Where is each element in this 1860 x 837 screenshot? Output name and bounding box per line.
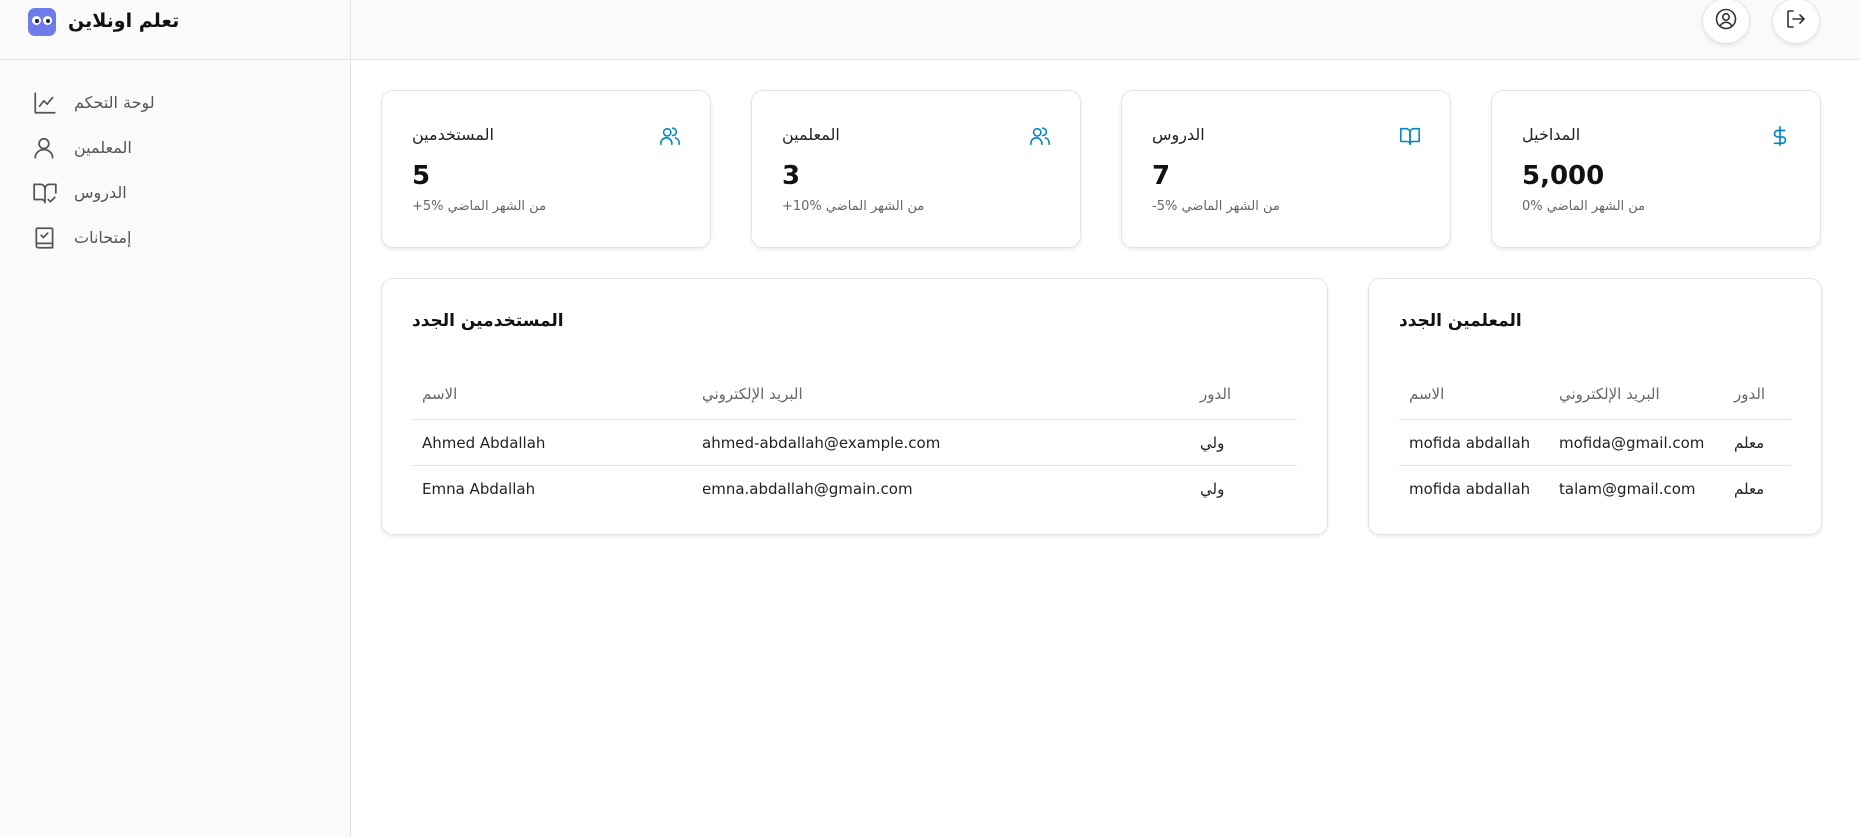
panel-title: المعلمين الجدد	[1399, 311, 1522, 331]
column-header-name: الاسم	[1409, 385, 1445, 403]
cell-role: ولي	[1200, 480, 1225, 498]
table-header: الاسم البريد الإلكتروني الدور	[412, 374, 1297, 420]
cell-name: Emna Abdallah	[422, 480, 536, 498]
sidebar-item-label: إمتحانات	[74, 228, 132, 247]
logout-icon	[1784, 7, 1808, 35]
users-icon	[659, 125, 681, 147]
new-teachers-panel: المعلمين الجدد الاسم البريد الإلكتروني ا…	[1368, 278, 1822, 535]
table-row[interactable]: Ahmed Abdallah ahmed-abdallah@example.co…	[412, 420, 1297, 466]
sidebar: تعلم اونلاين لوحة التحكم المعلمين الدروس…	[0, 0, 351, 837]
sidebar-item-dashboard[interactable]: لوحة التحكم	[0, 80, 350, 125]
stat-card-lessons: الدروس 7 -5% من الشهر الماضي	[1121, 90, 1451, 248]
user-circle-icon	[1714, 7, 1738, 35]
cell-email: talam@gmail.com	[1559, 480, 1696, 498]
stat-card-revenue: المداخيل 5,000 0% من الشهر الماضي	[1491, 90, 1821, 248]
users-icon	[1029, 125, 1051, 147]
table-row[interactable]: Emna Abdallah emna.abdallah@gmain.com ول…	[412, 466, 1297, 512]
sidebar-item-label: الدروس	[74, 183, 127, 202]
cell-name: mofida abdallah	[1409, 434, 1531, 452]
stat-title: المستخدمين	[412, 125, 494, 144]
stat-title: الدروس	[1152, 125, 1205, 144]
sidebar-item-lessons[interactable]: الدروس	[0, 170, 350, 215]
stat-value: 3	[782, 161, 801, 191]
brand-name: تعلم اونلاين	[68, 10, 180, 32]
sidebar-item-label: المعلمين	[74, 138, 132, 157]
topbar	[351, 0, 1860, 60]
column-header-role: الدور	[1734, 385, 1766, 403]
logo-icon	[28, 8, 56, 36]
stat-note: +10% من الشهر الماضي	[782, 199, 925, 214]
stat-title: المعلمين	[782, 125, 840, 144]
book-open-check-icon	[32, 180, 58, 206]
notebook-check-icon	[32, 225, 58, 251]
logout-button[interactable]	[1772, 0, 1820, 44]
sidebar-item-teachers[interactable]: المعلمين	[0, 125, 350, 170]
cell-email: emna.abdallah@gmain.com	[702, 480, 913, 498]
dollar-icon	[1769, 125, 1791, 147]
cell-email: mofida@gmail.com	[1559, 434, 1705, 452]
stat-card-teachers: المعلمين 3 +10% من الشهر الماضي	[751, 90, 1081, 248]
cell-email: ahmed-abdallah@example.com	[702, 434, 941, 452]
table-row[interactable]: mofida abdallah mofida@gmail.com معلم	[1399, 420, 1791, 466]
cell-name: mofida abdallah	[1409, 480, 1531, 498]
sidebar-nav: لوحة التحكم المعلمين الدروس إمتحانات	[0, 60, 350, 260]
new-users-panel: المستخدمين الجدد الاسم البريد الإلكتروني…	[381, 278, 1328, 535]
sidebar-item-exams[interactable]: إمتحانات	[0, 215, 350, 260]
cell-role: معلم	[1734, 480, 1765, 498]
stat-value: 7	[1152, 161, 1171, 191]
table-header: الاسم البريد الإلكتروني الدور	[1399, 374, 1791, 420]
column-header-email: البريد الإلكتروني	[1559, 385, 1660, 403]
stat-note: +5% من الشهر الماضي	[412, 199, 547, 214]
cell-role: ولي	[1200, 434, 1225, 452]
sidebar-item-label: لوحة التحكم	[74, 93, 155, 112]
column-header-name: الاسم	[422, 385, 458, 403]
account-button[interactable]	[1702, 0, 1750, 44]
stat-title: المداخيل	[1522, 125, 1581, 144]
cell-role: معلم	[1734, 434, 1765, 452]
user-icon	[32, 135, 58, 161]
cell-name: Ahmed Abdallah	[422, 434, 546, 452]
brand[interactable]: تعلم اونلاين	[0, 0, 350, 60]
stat-card-users: المستخدمين 5 +5% من الشهر الماضي	[381, 90, 711, 248]
stat-value: 5	[412, 161, 431, 191]
new-users-table: الاسم البريد الإلكتروني الدور Ahmed Abda…	[412, 374, 1297, 512]
chart-line-icon	[32, 90, 58, 116]
stat-note: 0% من الشهر الماضي	[1522, 199, 1646, 214]
stat-value: 5,000	[1522, 161, 1605, 191]
column-header-role: الدور	[1200, 385, 1232, 403]
column-header-email: البريد الإلكتروني	[702, 385, 803, 403]
table-row[interactable]: mofida abdallah talam@gmail.com معلم	[1399, 466, 1791, 512]
book-open-icon	[1399, 125, 1421, 147]
new-teachers-table: الاسم البريد الإلكتروني الدور mofida abd…	[1399, 374, 1791, 512]
panel-title: المستخدمين الجدد	[412, 311, 564, 331]
stat-note: -5% من الشهر الماضي	[1152, 199, 1280, 214]
